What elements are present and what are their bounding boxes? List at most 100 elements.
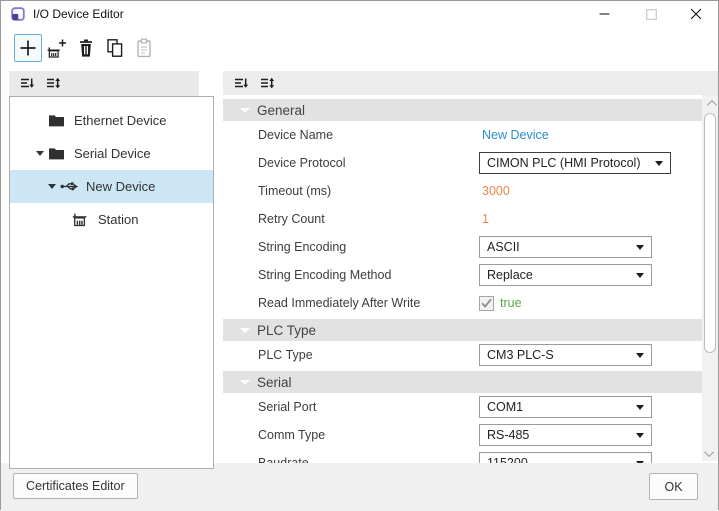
section-header-plc-type[interactable]: PLC Type xyxy=(223,319,702,341)
app-icon xyxy=(11,7,25,21)
section-collapse-icon xyxy=(240,328,250,333)
read-immediately-after-write-checkbox[interactable] xyxy=(479,296,494,311)
add-device-button[interactable] xyxy=(14,34,42,62)
dropdown-arrow-icon xyxy=(636,405,644,410)
timeout-ms-value-cell: 3000 xyxy=(479,177,510,205)
chevron-up-icon xyxy=(706,100,716,110)
station-icon xyxy=(72,212,89,227)
window-title: I/O Device Editor xyxy=(33,1,124,27)
add-station-button[interactable] xyxy=(43,34,71,62)
read-immediately-after-write-value-cell: true xyxy=(479,289,522,317)
timeout-ms-value[interactable]: 3000 xyxy=(479,184,510,198)
prop-expand-all-button[interactable] xyxy=(258,75,275,92)
baudrate-value-cell: 115200 xyxy=(479,449,652,463)
dropdown-selected-value: CM3 PLC-S xyxy=(480,348,554,362)
dropdown-arrow-icon xyxy=(655,161,663,166)
plc-type-dropdown[interactable]: CM3 PLC-S xyxy=(479,344,652,366)
prop-collapse-all-button[interactable] xyxy=(232,75,249,92)
string-encoding-row: String Encoding ASCII xyxy=(223,233,702,261)
scrollbar-down-button[interactable] xyxy=(702,446,718,461)
dropdown-selected-value: CIMON PLC (HMI Protocol) xyxy=(480,156,641,170)
tree-item-serial-device[interactable]: Serial Device xyxy=(10,137,213,170)
device-protocol-dropdown[interactable]: CIMON PLC (HMI Protocol) xyxy=(479,152,671,174)
baudrate-row: Baudrate 115200 xyxy=(223,449,702,463)
dropdown-arrow-icon xyxy=(636,273,644,278)
tree-icon-slot xyxy=(48,113,74,128)
property-panel: General Device NameNew Device Device Proto… xyxy=(223,95,702,463)
close-button[interactable] xyxy=(681,1,711,27)
collapse-all-icon xyxy=(233,76,249,91)
tree-item-label: New Device xyxy=(86,179,155,194)
string-encoding-value-cell: ASCII xyxy=(479,233,652,261)
minimize-icon xyxy=(599,9,610,19)
expander-arrow-icon[interactable] xyxy=(44,184,60,189)
string-encoding-dropdown[interactable]: ASCII xyxy=(479,236,652,258)
dropdown-selected-value: COM1 xyxy=(480,400,523,414)
dropdown-selected-value: Replace xyxy=(480,268,533,282)
io-device-editor-window: I/O Device Editor Ethernet DeviceSerial … xyxy=(0,0,719,510)
section-header-general[interactable]: General xyxy=(223,99,702,121)
section-title: Serial xyxy=(257,375,292,390)
tree-item-station[interactable]: Station xyxy=(10,203,213,236)
comm-type-value-cell: RS-485 xyxy=(479,421,652,449)
dropdown-selected-value: ASCII xyxy=(480,240,520,254)
tree-collapse-all-button[interactable] xyxy=(18,75,35,92)
device-name-value[interactable]: New Device xyxy=(479,128,549,142)
expand-all-icon xyxy=(45,76,61,91)
dropdown-selected-value: RS-485 xyxy=(480,428,529,442)
dialog-footer: Certificates Editor OK xyxy=(1,463,718,511)
expander-arrow-icon[interactable] xyxy=(32,151,48,156)
section-header-serial[interactable]: Serial xyxy=(223,371,702,393)
retry-count-value[interactable]: 1 xyxy=(479,212,489,226)
copy-button[interactable] xyxy=(101,34,129,62)
string-encoding-method-row: String Encoding MethodReplace xyxy=(223,261,702,289)
device-name-row: Device NameNew Device xyxy=(223,121,702,149)
baudrate-dropdown[interactable]: 115200 xyxy=(479,452,652,463)
toolbar xyxy=(1,31,718,67)
device-protocol-value-cell: CIMON PLC (HMI Protocol) xyxy=(479,149,671,177)
folder-icon xyxy=(48,146,65,161)
timeout-ms-label: Timeout (ms) xyxy=(258,184,331,198)
chevron-down-icon xyxy=(704,447,714,457)
section-collapse-icon xyxy=(240,380,250,385)
read-immediately-after-write-value: true xyxy=(500,296,522,310)
property-panel-toolbar xyxy=(223,71,718,96)
timeout-ms-row: Timeout (ms) 3000 xyxy=(223,177,702,205)
device-tree-toolbar xyxy=(9,71,199,96)
tree-expand-all-button[interactable] xyxy=(44,75,61,92)
paste-button[interactable] xyxy=(130,34,158,62)
ok-button[interactable]: OK xyxy=(649,473,698,500)
maximize-button[interactable] xyxy=(636,1,666,27)
dropdown-arrow-icon xyxy=(636,353,644,358)
serial-port-label: Serial Port xyxy=(258,400,316,414)
device-name-value-cell: New Device xyxy=(479,121,549,149)
tree-icon-slot xyxy=(60,180,86,193)
usb-device-icon xyxy=(60,180,79,193)
minimize-button[interactable] xyxy=(589,1,619,27)
vertical-scrollbar[interactable] xyxy=(702,96,718,461)
section-collapse-icon xyxy=(240,108,250,113)
retry-count-value-cell: 1 xyxy=(479,205,489,233)
delete-button[interactable] xyxy=(72,34,100,62)
add-device-icon xyxy=(18,38,38,58)
section-title: General xyxy=(257,103,305,118)
baudrate-label: Baudrate xyxy=(258,456,309,463)
tree-item-ethernet-device[interactable]: Ethernet Device xyxy=(10,104,213,137)
string-encoding-method-dropdown[interactable]: Replace xyxy=(479,264,652,286)
tree-item-new-device[interactable]: New Device xyxy=(10,170,213,203)
serial-port-value-cell: COM1 xyxy=(479,393,652,421)
check-icon xyxy=(481,298,492,308)
expand-all-icon xyxy=(259,76,275,91)
scrollbar-up-button[interactable] xyxy=(702,96,718,111)
serial-port-dropdown[interactable]: COM1 xyxy=(479,396,652,418)
serial-port-row: Serial Port COM1 xyxy=(223,393,702,421)
certificates-editor-button[interactable]: Certificates Editor xyxy=(13,473,138,499)
comm-type-row: Comm TypeRS-485 xyxy=(223,421,702,449)
device-protocol-label: Device Protocol xyxy=(258,156,346,170)
scrollbar-thumb[interactable] xyxy=(704,113,716,353)
add-station-icon xyxy=(47,38,67,58)
comm-type-dropdown[interactable]: RS-485 xyxy=(479,424,652,446)
dropdown-selected-value: 115200 xyxy=(480,456,528,463)
dropdown-arrow-icon xyxy=(636,433,644,438)
string-encoding-label: String Encoding xyxy=(258,240,346,254)
